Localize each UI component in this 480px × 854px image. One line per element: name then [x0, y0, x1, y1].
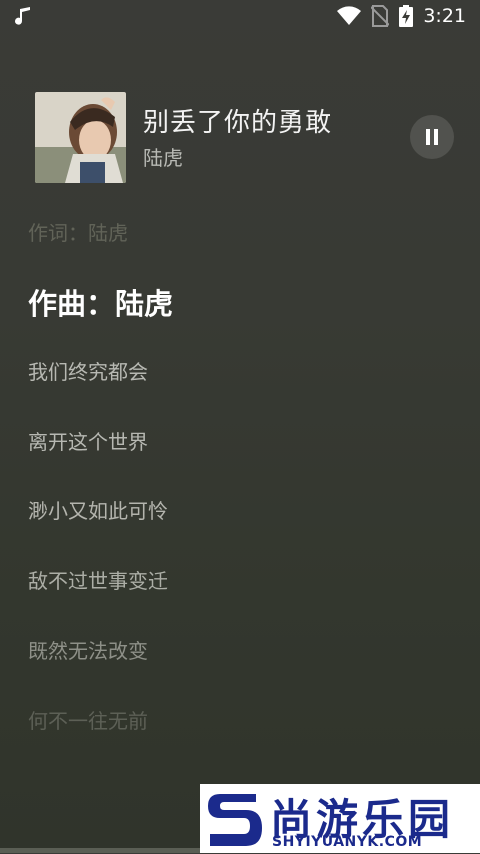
- wifi-icon: [337, 6, 362, 26]
- lyric-line[interactable]: 既然无法改变: [28, 635, 148, 664]
- bottom-strip: [0, 848, 200, 853]
- music-note-icon: [14, 6, 32, 26]
- lyric-line[interactable]: 何不一往无前: [28, 705, 148, 734]
- lyric-line-current[interactable]: 作曲：陆虎: [28, 281, 173, 323]
- lyric-line[interactable]: 作词：陆虎: [28, 217, 128, 246]
- battery-charging-icon: [399, 5, 414, 27]
- watermark: 尚游乐园 SHYIYUANYK.COM: [200, 784, 480, 853]
- lyric-line[interactable]: 敌不过世事变迁: [28, 565, 168, 594]
- watermark-logo-icon: [204, 788, 266, 854]
- artist-name[interactable]: 陆虎: [143, 142, 183, 171]
- lyric-line[interactable]: 离开这个世界: [28, 426, 148, 455]
- album-art[interactable]: [35, 92, 126, 183]
- lyric-line[interactable]: 我们终究都会: [28, 356, 148, 385]
- pause-icon: [424, 128, 440, 146]
- no-sim-icon: [371, 5, 390, 27]
- watermark-domain: SHYIYUANYK.COM: [272, 834, 423, 850]
- status-time: 3:21: [423, 5, 466, 27]
- pause-button[interactable]: [410, 115, 454, 159]
- lyric-line[interactable]: 渺小又如此可怜: [28, 495, 168, 524]
- song-title: 别丢了你的勇敢: [143, 108, 333, 138]
- status-bar: 3:21: [0, 0, 480, 34]
